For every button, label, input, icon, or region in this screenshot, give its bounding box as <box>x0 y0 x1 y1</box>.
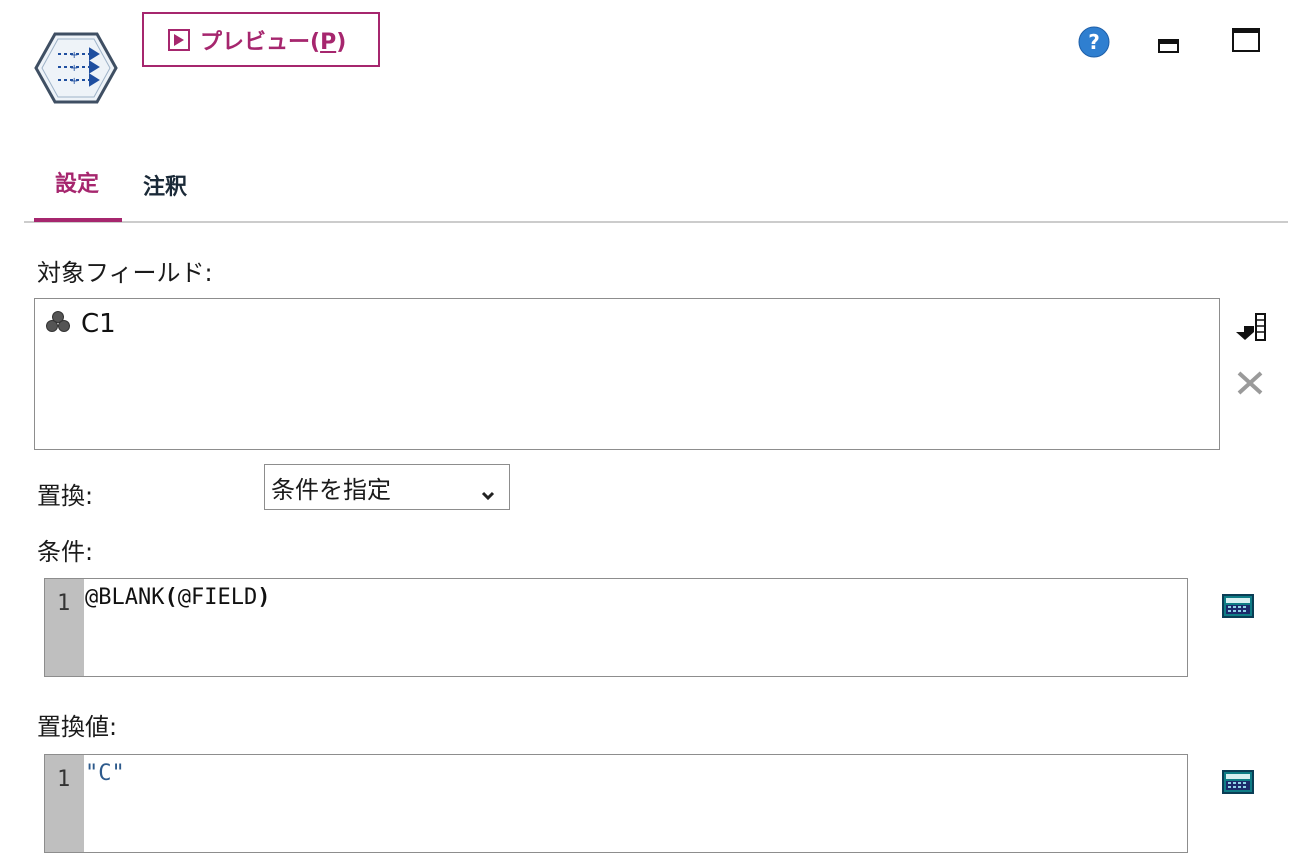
minimize-icon[interactable] <box>1158 36 1180 54</box>
field-picker-icon[interactable] <box>1234 312 1268 342</box>
replacement-value-label: 置換値: <box>37 713 118 741</box>
line-number: 1 <box>57 767 71 792</box>
condition-code: @BLANK(@FIELD) <box>85 585 271 610</box>
target-fields-label: 対象フィールド: <box>37 259 213 287</box>
replace-label: 置換: <box>37 482 94 510</box>
list-item[interactable]: C1 <box>45 309 116 339</box>
expression-builder-icon[interactable] <box>1222 770 1254 794</box>
svg-text:?: ? <box>1088 30 1100 54</box>
chevron-down-icon <box>481 479 495 507</box>
replace-dropdown[interactable]: 条件を指定 <box>264 464 510 510</box>
condition-label: 条件: <box>37 538 94 566</box>
play-icon <box>168 28 190 51</box>
condition-editor[interactable]: 1 @BLANK(@FIELD) <box>44 578 1188 677</box>
svg-text:+: + <box>70 76 78 87</box>
replace-selected-value: 条件を指定 <box>271 475 391 504</box>
maximize-icon[interactable] <box>1232 28 1260 52</box>
preview-button[interactable]: プレビュー(P) <box>142 12 380 67</box>
preview-button-label: プレビュー(P) <box>200 29 347 55</box>
expression-builder-icon[interactable] <box>1222 594 1254 618</box>
svg-text:+: + <box>70 50 78 61</box>
active-tab-indicator <box>34 218 122 222</box>
svg-text:+: + <box>70 63 78 74</box>
remove-field-icon[interactable] <box>1236 370 1264 396</box>
replacement-code: "C" <box>85 761 125 786</box>
tab-annotations[interactable]: 注釈 <box>143 169 187 201</box>
filler-node-icon: + + + <box>34 30 118 106</box>
replacement-editor[interactable]: 1 "C" <box>44 754 1188 853</box>
tab-settings[interactable]: 設定 <box>55 166 99 198</box>
field-name: C1 <box>81 309 116 339</box>
tab-divider <box>24 221 1288 223</box>
line-number: 1 <box>57 591 71 616</box>
help-icon[interactable]: ? <box>1078 26 1110 58</box>
target-fields-list[interactable]: C1 <box>34 298 1220 450</box>
nominal-field-icon <box>45 310 71 338</box>
